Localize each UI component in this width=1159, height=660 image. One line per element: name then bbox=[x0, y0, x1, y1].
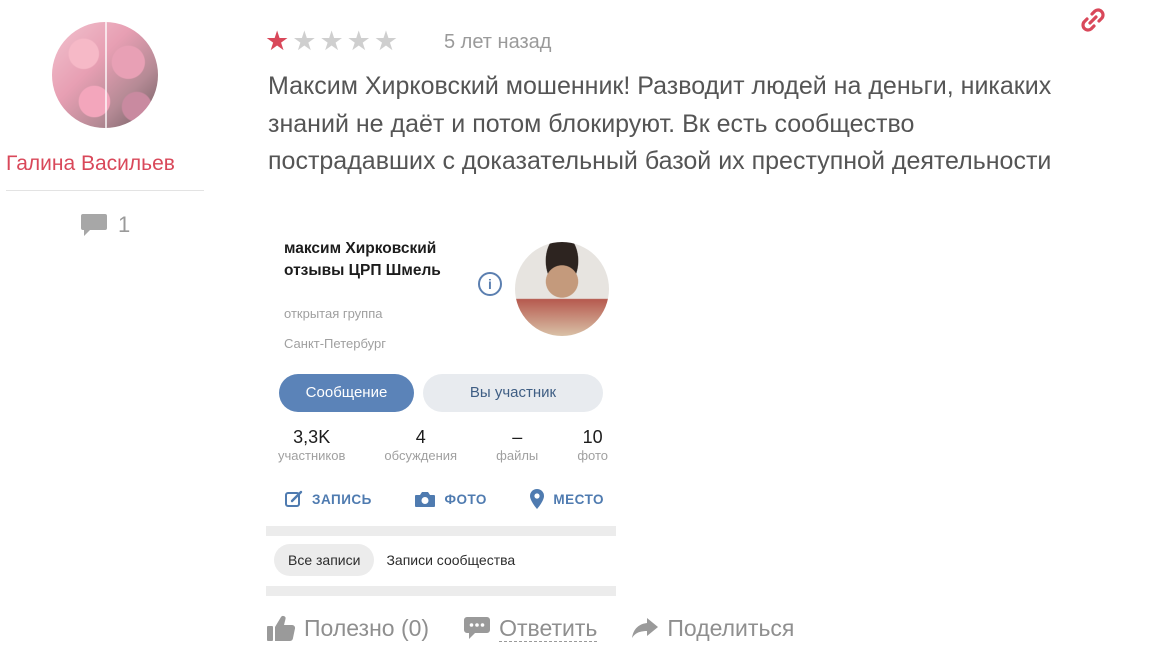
group-type: открытая группа bbox=[284, 306, 383, 321]
chat-bubble-icon bbox=[464, 617, 491, 639]
stat-value: 4 bbox=[415, 427, 426, 447]
rating-stars: ★ ★ ★ ★ ★ bbox=[265, 28, 398, 55]
group-title: максим Хирковский отзывы ЦРП Шмель bbox=[284, 240, 441, 279]
author-panel: Галина Васильев 1 bbox=[0, 0, 210, 260]
author-divider bbox=[6, 190, 204, 191]
comment-icon bbox=[81, 214, 107, 236]
action-place-label: МЕСТО bbox=[553, 491, 604, 507]
feed-tabs: Все записи Записи сообщества bbox=[274, 544, 515, 576]
tab-community-posts: Записи сообщества bbox=[386, 552, 516, 568]
reviews-count-value: 1 bbox=[118, 212, 131, 237]
stat-label: файлы bbox=[496, 448, 539, 463]
stat-discussions: 4 обсуждения bbox=[384, 426, 457, 464]
separator bbox=[266, 586, 616, 596]
useful-button[interactable]: Полезно (0) bbox=[266, 614, 429, 642]
action-post-label: ЗАПИСЬ bbox=[312, 491, 372, 507]
stat-photos: 10 фото bbox=[577, 426, 608, 464]
stat-value: 10 bbox=[582, 427, 603, 447]
action-place: МЕСТО bbox=[529, 488, 604, 510]
review-footer: Полезно (0) Ответить Поделиться bbox=[266, 608, 794, 648]
useful-label: Полезно (0) bbox=[304, 614, 430, 641]
group-actions: ЗАПИСЬ ФОТО МЕСТО bbox=[284, 488, 604, 510]
star-icon-empty: ★ bbox=[373, 26, 399, 56]
author-avatar[interactable] bbox=[52, 22, 158, 128]
action-photo-label: ФОТО bbox=[444, 491, 487, 507]
stat-label: фото bbox=[577, 448, 608, 463]
review-text: Максим Хирковский мошенник! Разводит люд… bbox=[268, 72, 1052, 175]
author-reviews-count[interactable]: 1 bbox=[80, 210, 130, 240]
stat-label: обсуждения bbox=[384, 448, 458, 463]
tab-all-posts: Все записи bbox=[274, 544, 375, 576]
avatar-split bbox=[105, 22, 107, 128]
review-attachment-image[interactable]: максим Хирковский отзывы ЦРП Шмель i отк… bbox=[266, 232, 616, 596]
thumbs-up-icon bbox=[267, 615, 296, 641]
star-icon-filled: ★ bbox=[265, 26, 290, 56]
group-stats: 3,3K участников 4 обсуждения – файлы 10 … bbox=[278, 426, 608, 464]
stat-members: 3,3K участников bbox=[278, 426, 345, 464]
stat-value: – bbox=[512, 427, 523, 447]
pencil-icon bbox=[285, 490, 303, 507]
location-pin-icon bbox=[530, 489, 545, 509]
camera-icon bbox=[415, 492, 436, 507]
star-icon-empty: ★ bbox=[292, 26, 317, 56]
action-photo: ФОТО bbox=[414, 488, 486, 510]
info-icon: i bbox=[478, 272, 502, 296]
review-date: 5 лет назад bbox=[444, 31, 552, 53]
stat-value: 3,3K bbox=[293, 427, 331, 447]
reply-label: Ответить bbox=[499, 614, 598, 642]
star-icon-empty: ★ bbox=[319, 26, 344, 56]
link-icon bbox=[1081, 8, 1105, 32]
group-photo bbox=[515, 242, 609, 336]
author-name[interactable]: Галина Васильев bbox=[0, 152, 205, 182]
message-button: Сообщение bbox=[279, 374, 414, 412]
action-post: ЗАПИСЬ bbox=[284, 488, 372, 510]
member-button: Вы участник bbox=[423, 374, 603, 412]
share-button[interactable]: Поделиться bbox=[631, 615, 794, 642]
star-icon-empty: ★ bbox=[346, 26, 371, 56]
share-arrow-icon bbox=[632, 618, 659, 638]
reply-button[interactable]: Ответить bbox=[463, 614, 598, 642]
stat-label: участников bbox=[278, 448, 346, 463]
permalink-icon[interactable] bbox=[1077, 4, 1109, 36]
stat-files: – файлы bbox=[496, 426, 538, 464]
group-city: Санкт-Петербург bbox=[284, 336, 386, 351]
separator bbox=[266, 526, 616, 536]
share-label: Поделиться bbox=[667, 614, 795, 641]
